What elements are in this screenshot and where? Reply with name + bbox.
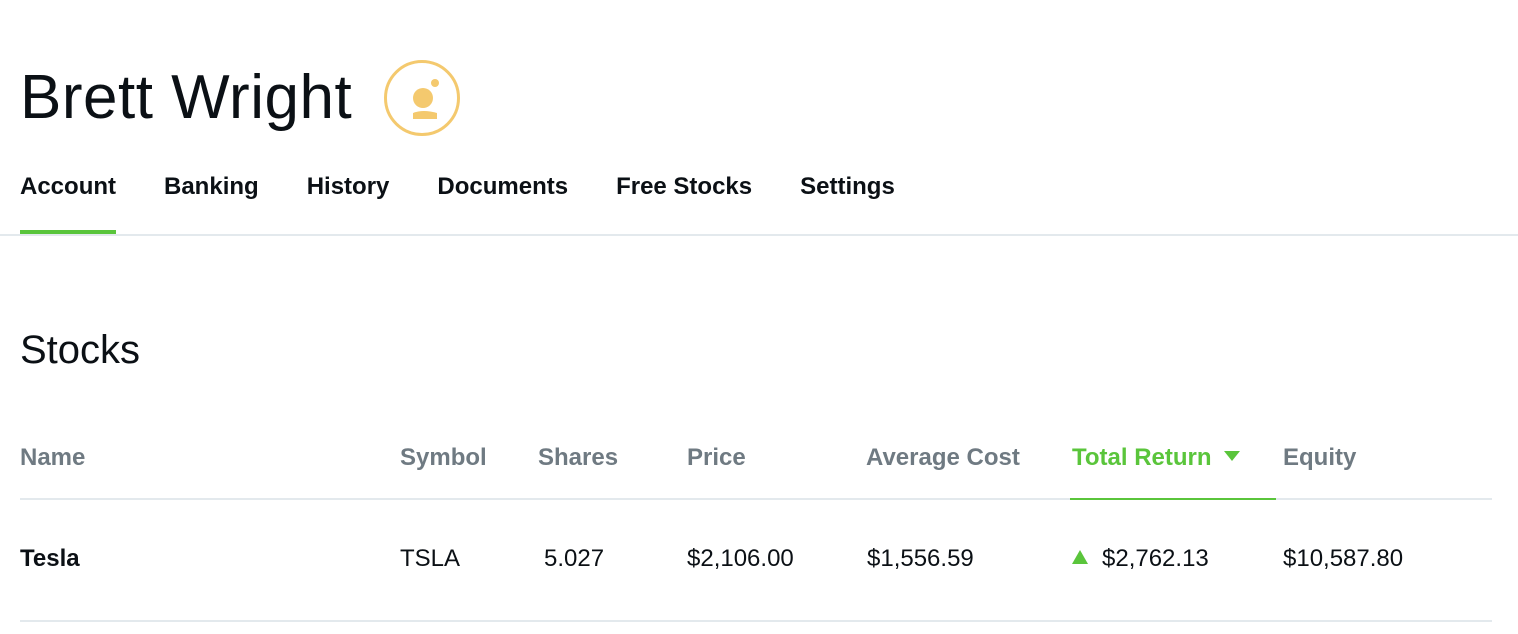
tab-banking[interactable]: Banking bbox=[164, 160, 259, 234]
column-header-total-return[interactable]: Total Return bbox=[1070, 444, 1275, 500]
tab-settings[interactable]: Settings bbox=[800, 160, 895, 234]
table-row[interactable]: Tesla TSLA 5.027 $2,106.00 $1,556.59 $2,… bbox=[20, 500, 1492, 622]
column-header-shares[interactable]: Shares bbox=[538, 444, 618, 472]
tabs-divider bbox=[0, 234, 1518, 236]
column-header-price[interactable]: Price bbox=[687, 444, 746, 472]
arrow-up-icon bbox=[1072, 550, 1088, 564]
user-avatar-icon[interactable] bbox=[384, 60, 461, 136]
cell-total-return-value: $2,762.13 bbox=[1102, 545, 1209, 572]
account-tabs: Account Banking History Documents Free S… bbox=[20, 160, 943, 234]
column-header-name[interactable]: Name bbox=[20, 444, 85, 472]
table-header: Name Symbol Shares Price Average Cost To… bbox=[20, 432, 1492, 500]
cell-equity: $10,587.80 bbox=[1283, 545, 1404, 572]
cell-average-cost: $1,556.59 bbox=[867, 545, 974, 572]
caret-down-icon bbox=[1223, 451, 1240, 461]
column-header-total-return-label: Total Return bbox=[1072, 444, 1212, 471]
profile-header: Brett Wright bbox=[20, 58, 461, 138]
tab-history[interactable]: History bbox=[307, 160, 390, 234]
cell-symbol: TSLA bbox=[400, 545, 461, 572]
tab-documents[interactable]: Documents bbox=[437, 160, 568, 234]
cell-price: $2,106.00 bbox=[687, 545, 794, 572]
column-header-average-cost[interactable]: Average Cost bbox=[866, 444, 1020, 472]
cell-total-return: $2,762.13 bbox=[1072, 545, 1209, 573]
tab-free-stocks[interactable]: Free Stocks bbox=[616, 160, 752, 234]
avatar-glyph bbox=[413, 79, 440, 119]
section-title: Stocks bbox=[20, 328, 141, 372]
column-header-equity[interactable]: Equity bbox=[1283, 444, 1356, 472]
column-header-symbol[interactable]: Symbol bbox=[400, 444, 487, 472]
cell-shares: 5.027 bbox=[544, 545, 605, 572]
stocks-table: Name Symbol Shares Price Average Cost To… bbox=[20, 432, 1492, 622]
user-name: Brett Wright bbox=[20, 63, 353, 132]
cell-name[interactable]: Tesla bbox=[20, 545, 80, 573]
tab-account[interactable]: Account bbox=[20, 160, 116, 234]
